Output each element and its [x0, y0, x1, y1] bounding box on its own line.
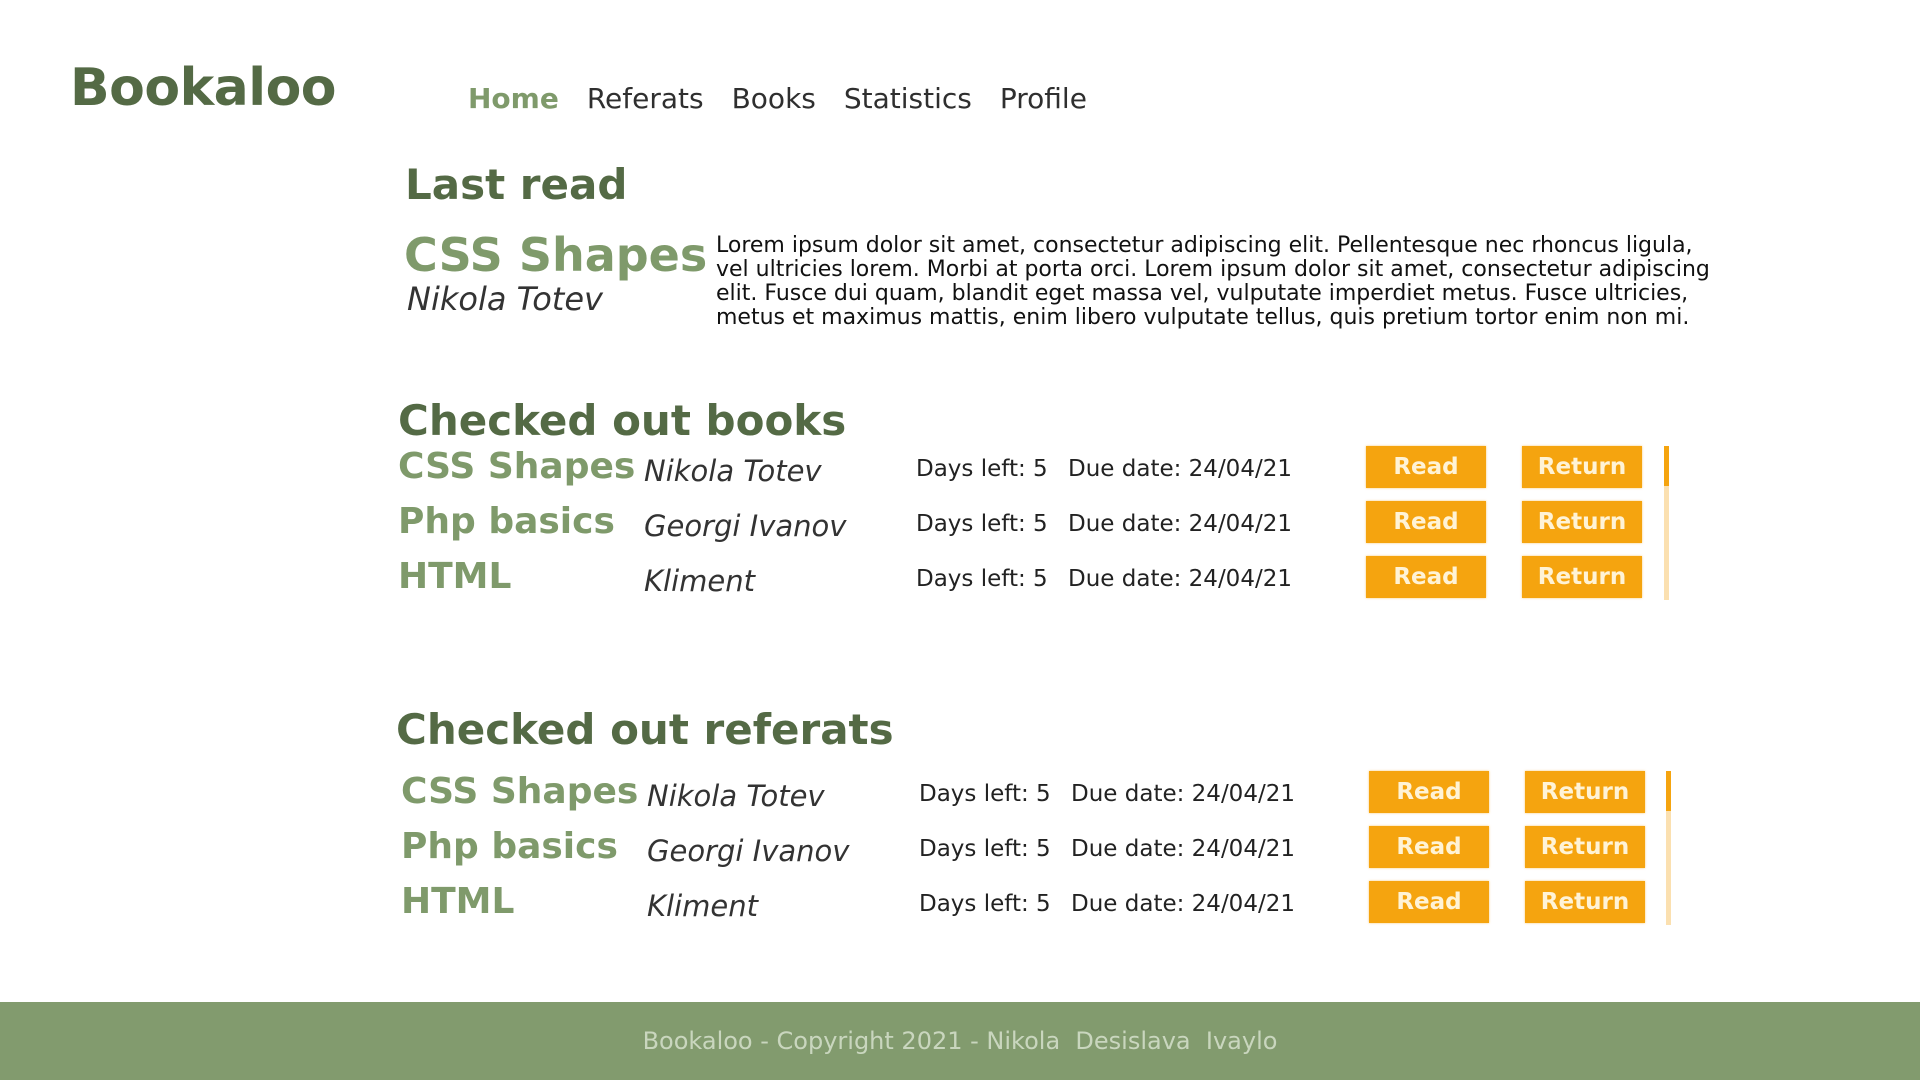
referat-row: Php basics Georgi Ivanov Days left: 5 Du… [401, 826, 1645, 870]
nav-item-profile[interactable]: Profile [1000, 82, 1087, 115]
footer: Bookaloo - Copyright 2021 - Nikola Desis… [0, 1002, 1920, 1080]
book-row: Php basics Georgi Ivanov Days left: 5 Du… [398, 501, 1642, 545]
days-left: Days left: 5 [916, 456, 1048, 482]
return-button[interactable]: Return [1522, 556, 1642, 598]
referat-author: Kliment [647, 889, 758, 923]
book-row: CSS Shapes Nikola Totev Days left: 5 Due… [398, 446, 1642, 490]
due-date: Due date: 24/04/21 [1071, 836, 1295, 862]
referat-title[interactable]: HTML [401, 881, 514, 922]
due-date: Due date: 24/04/21 [1068, 566, 1292, 592]
return-button[interactable]: Return [1525, 771, 1645, 813]
books-heading: Checked out books [398, 396, 847, 445]
book-title[interactable]: CSS Shapes [398, 446, 635, 487]
book-row: HTML Kliment Days left: 5 Due date: 24/0… [398, 556, 1642, 600]
return-button[interactable]: Return [1522, 446, 1642, 488]
return-button[interactable]: Return [1525, 826, 1645, 868]
read-button[interactable]: Read [1369, 881, 1489, 923]
books-scrollbar-thumb[interactable] [1664, 446, 1669, 486]
read-button[interactable]: Read [1369, 826, 1489, 868]
days-left: Days left: 5 [916, 566, 1048, 592]
referat-author: Nikola Totev [647, 779, 825, 813]
referats-scrollbar-thumb[interactable] [1666, 771, 1671, 811]
referat-title[interactable]: CSS Shapes [401, 771, 638, 812]
read-button[interactable]: Read [1369, 771, 1489, 813]
read-button[interactable]: Read [1366, 446, 1486, 488]
last-read-heading: Last read [405, 160, 628, 209]
due-date: Due date: 24/04/21 [1068, 511, 1292, 537]
referat-author: Georgi Ivanov [647, 834, 850, 868]
last-read-author: Nikola Totev [407, 280, 603, 318]
nav-item-books[interactable]: Books [732, 82, 816, 115]
referat-title[interactable]: Php basics [401, 826, 618, 867]
read-button[interactable]: Read [1366, 501, 1486, 543]
nav-item-home[interactable]: Home [468, 82, 559, 115]
books-scrollbar[interactable] [1664, 446, 1669, 600]
due-date: Due date: 24/04/21 [1071, 891, 1295, 917]
book-author: Nikola Totev [644, 454, 822, 488]
book-author: Kliment [644, 564, 755, 598]
last-read-title[interactable]: CSS Shapes [404, 228, 707, 282]
due-date: Due date: 24/04/21 [1071, 781, 1295, 807]
days-left: Days left: 5 [919, 781, 1051, 807]
book-author: Georgi Ivanov [644, 509, 847, 543]
referats-scrollbar[interactable] [1666, 771, 1671, 925]
referat-row: HTML Kliment Days left: 5 Due date: 24/0… [401, 881, 1645, 925]
due-date: Due date: 24/04/21 [1068, 456, 1292, 482]
book-title[interactable]: HTML [398, 556, 511, 597]
last-read-description: Lorem ipsum dolor sit amet, consectetur … [716, 233, 1710, 330]
read-button[interactable]: Read [1366, 556, 1486, 598]
book-title[interactable]: Php basics [398, 501, 615, 542]
return-button[interactable]: Return [1522, 501, 1642, 543]
referats-heading: Checked out referats [396, 705, 894, 754]
referat-row: CSS Shapes Nikola Totev Days left: 5 Due… [401, 771, 1645, 815]
main-nav: Home Referats Books Statistics Profile [468, 82, 1087, 115]
nav-item-statistics[interactable]: Statistics [844, 82, 972, 115]
days-left: Days left: 5 [919, 891, 1051, 917]
nav-item-referats[interactable]: Referats [587, 82, 704, 115]
days-left: Days left: 5 [916, 511, 1048, 537]
days-left: Days left: 5 [919, 836, 1051, 862]
footer-copyright: Bookaloo - Copyright 2021 - Nikola Desis… [642, 1027, 1278, 1055]
brand-logo[interactable]: Bookaloo [70, 58, 337, 118]
return-button[interactable]: Return [1525, 881, 1645, 923]
